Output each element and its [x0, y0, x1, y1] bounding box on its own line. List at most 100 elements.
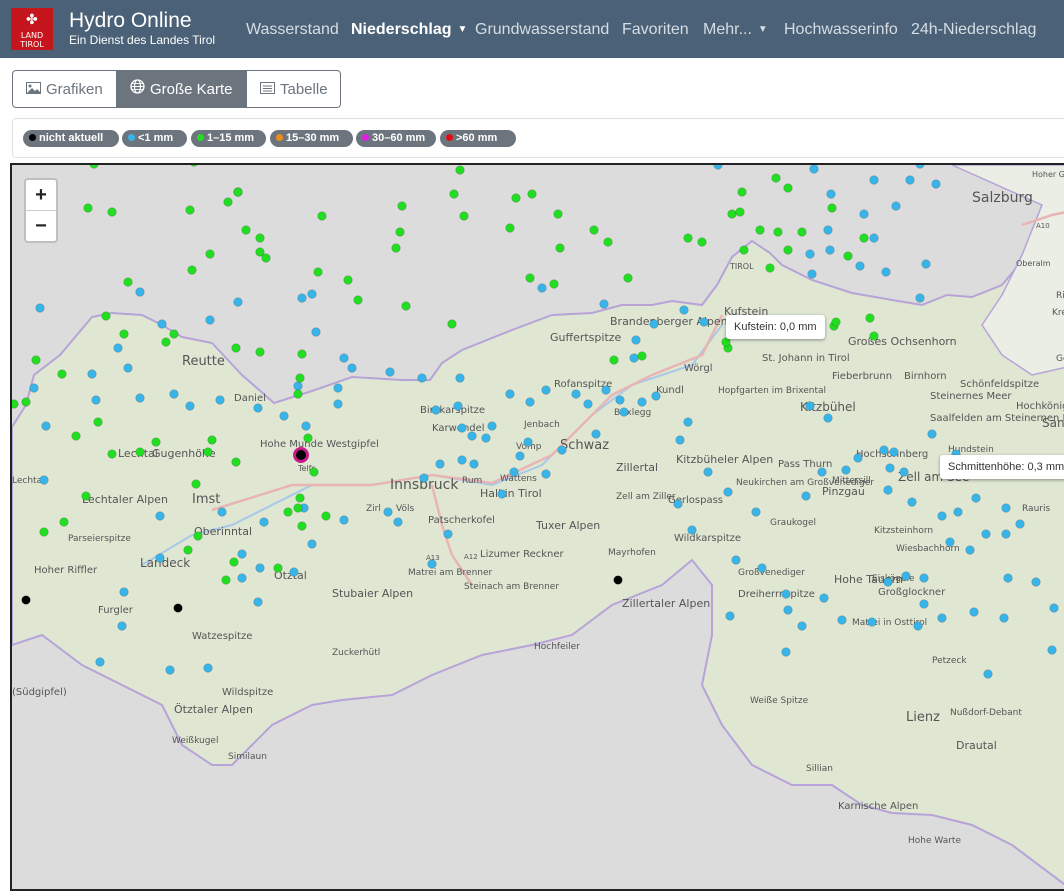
station-marker-blue[interactable]: [481, 433, 491, 443]
station-marker-blue[interactable]: [155, 511, 165, 521]
station-marker-green[interactable]: [169, 329, 179, 339]
station-marker-blue[interactable]: [205, 315, 215, 325]
station-marker-blue[interactable]: [237, 573, 247, 583]
station-marker-green[interactable]: [735, 207, 745, 217]
station-marker-green[interactable]: [93, 417, 103, 427]
station-marker-green[interactable]: [119, 329, 129, 339]
station-marker-blue[interactable]: [983, 669, 993, 679]
station-marker-blue[interactable]: [157, 319, 167, 329]
legend-30-60mm[interactable]: 30–60 mm: [356, 130, 436, 147]
station-marker-blue[interactable]: [333, 383, 343, 393]
station-marker-blue[interactable]: [113, 343, 123, 353]
station-marker-blue[interactable]: [383, 507, 393, 517]
station-marker-blue[interactable]: [883, 485, 893, 495]
nav-mehr[interactable]: Mehr... ▼: [703, 20, 768, 40]
station-marker-green[interactable]: [229, 557, 239, 567]
station-marker-blue[interactable]: [673, 499, 683, 509]
station-marker-green[interactable]: [391, 243, 401, 253]
station-marker-blue[interactable]: [233, 297, 243, 307]
station-marker-green[interactable]: [31, 355, 41, 365]
station-marker-green[interactable]: [255, 347, 265, 357]
station-marker-blue[interactable]: [95, 657, 105, 667]
station-marker-blue[interactable]: [1001, 503, 1011, 513]
station-marker-green[interactable]: [161, 337, 171, 347]
station-marker-blue[interactable]: [123, 363, 133, 373]
station-marker-blue[interactable]: [675, 435, 685, 445]
station-marker-blue[interactable]: [805, 401, 815, 411]
station-marker-blue[interactable]: [725, 611, 735, 621]
station-marker-blue[interactable]: [953, 507, 963, 517]
nav-grundwasserstand[interactable]: Grundwasserstand: [475, 20, 609, 40]
station-marker-green[interactable]: [205, 249, 215, 259]
station-marker-green[interactable]: [187, 265, 197, 275]
station-marker-blue[interactable]: [969, 607, 979, 617]
station-marker-green[interactable]: [221, 575, 231, 585]
station-marker-blue[interactable]: [881, 267, 891, 277]
station-marker-blue[interactable]: [455, 373, 465, 383]
station-marker-green[interactable]: [797, 227, 807, 237]
station-marker-blue[interactable]: [87, 369, 97, 379]
station-marker-green[interactable]: [309, 467, 319, 477]
station-marker-blue[interactable]: [217, 507, 227, 517]
station-marker-blue[interactable]: [165, 665, 175, 675]
station-marker-green[interactable]: [549, 279, 559, 289]
station-marker-blue[interactable]: [855, 261, 865, 271]
tab-tabelle[interactable]: Tabelle: [246, 70, 341, 108]
station-marker-green[interactable]: [297, 521, 307, 531]
station-marker-blue[interactable]: [915, 293, 925, 303]
station-marker-green[interactable]: [101, 311, 111, 321]
station-marker-blue[interactable]: [999, 613, 1009, 623]
station-marker-blue[interactable]: [869, 175, 879, 185]
station-marker-green[interactable]: [395, 227, 405, 237]
station-marker-blue[interactable]: [297, 293, 307, 303]
tab-grafiken[interactable]: Grafiken: [12, 70, 117, 108]
map-canvas[interactable]: SalzburgReutteKufsteinBrandenberger Alpe…: [12, 165, 1064, 891]
station-marker-green[interactable]: [737, 187, 747, 197]
station-marker-green[interactable]: [123, 277, 133, 287]
legend-1-15mm[interactable]: 1–15 mm: [191, 130, 266, 147]
station-marker-green[interactable]: [321, 511, 331, 521]
station-marker-blue[interactable]: [427, 559, 437, 569]
station-marker-blue[interactable]: [279, 411, 289, 421]
station-marker-green[interactable]: [555, 243, 565, 253]
station-marker-blue[interactable]: [509, 467, 519, 477]
station-marker-blue[interactable]: [757, 563, 767, 573]
station-marker-green[interactable]: [527, 189, 537, 199]
station-marker-blue[interactable]: [809, 165, 819, 174]
station-marker-blue[interactable]: [869, 233, 879, 243]
station-marker-blue[interactable]: [525, 397, 535, 407]
station-marker-green[interactable]: [683, 233, 693, 243]
station-marker-green[interactable]: [89, 165, 99, 169]
station-marker-blue[interactable]: [487, 421, 497, 431]
station-marker-blue[interactable]: [1001, 529, 1011, 539]
station-marker-green[interactable]: [869, 331, 879, 341]
station-marker-green[interactable]: [459, 211, 469, 221]
station-marker-blue[interactable]: [505, 389, 515, 399]
station-marker-blue[interactable]: [937, 613, 947, 623]
station-marker-blue[interactable]: [333, 399, 343, 409]
station-marker-blue[interactable]: [817, 467, 827, 477]
station-marker-green[interactable]: [449, 189, 459, 199]
station-marker-green[interactable]: [525, 273, 535, 283]
nav-hochwasserinfo[interactable]: Hochwasserinfo: [784, 20, 898, 40]
station-marker-blue[interactable]: [781, 589, 791, 599]
station-marker-blue[interactable]: [35, 303, 45, 313]
station-marker-green[interactable]: [12, 399, 19, 409]
nav-24h-niederschlag[interactable]: 24h-Niederschlag: [911, 20, 1036, 40]
station-marker-blue[interactable]: [185, 401, 195, 411]
station-marker-blue[interactable]: [469, 459, 479, 469]
station-marker-blue[interactable]: [797, 621, 807, 631]
station-marker-blue[interactable]: [823, 225, 833, 235]
station-marker-blue[interactable]: [703, 467, 713, 477]
station-marker-green[interactable]: [273, 563, 283, 573]
station-marker-blue[interactable]: [819, 593, 829, 603]
station-marker-blue[interactable]: [637, 397, 647, 407]
nav-wasserstand[interactable]: Wasserstand: [246, 20, 339, 40]
station-marker-blue[interactable]: [347, 363, 357, 373]
station-marker-blue[interactable]: [457, 455, 467, 465]
station-marker-green[interactable]: [223, 197, 233, 207]
station-marker-green[interactable]: [859, 233, 869, 243]
station-marker-blue[interactable]: [859, 209, 869, 219]
station-marker-green[interactable]: [151, 437, 161, 447]
station-marker-blue[interactable]: [907, 497, 917, 507]
